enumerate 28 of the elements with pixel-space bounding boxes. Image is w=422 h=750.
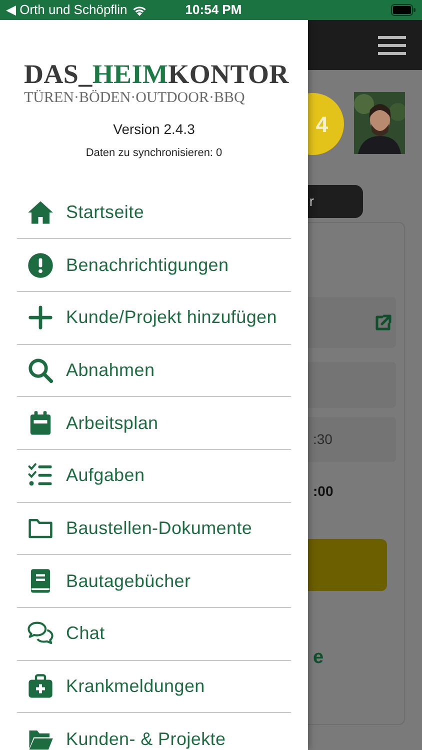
menu-item[interactable]: Chat [17,608,291,661]
menu-item[interactable]: Bautagebücher [17,555,291,608]
menu-item[interactable]: Kunde/Projekt hinzufügen [17,292,291,345]
menu-item[interactable]: Aufgaben [17,450,291,503]
battery-icon [391,4,416,16]
version-text: Version 2.4.3 [113,120,195,139]
back-to-app-link[interactable]: ◀ Orth und Schöpflin [6,0,128,20]
clock-time: 10:54 PM [185,1,242,20]
menu-item[interactable]: Krankmeldungen [17,660,291,714]
time-text: :30 [313,430,332,449]
menu-item[interactable]: Abnahmen [17,344,291,398]
logo-tagline: TÜREN·BÖDEN·OUTDOOR·BBQ [24,90,246,106]
section-heading: e [313,646,325,670]
plus-icon [27,304,54,332]
first-aid-kit-icon [27,673,54,700]
alert-icon [27,252,54,279]
sync-status-text: Daten zu synchronisieren: 0 [86,146,222,161]
menu-item[interactable]: Startseite [17,186,291,240]
menu-item[interactable]: Kunden- & Projekte [17,713,291,750]
home-icon [27,198,54,226]
search-icon [27,356,54,384]
company-logo: DAS_HEIMKONTOR [24,58,290,90]
menu-item[interactable]: Arbeitsplan [17,397,291,450]
time-text: :00 [313,482,334,501]
menu-item[interactable]: Baustellen-Dokumente [17,502,291,556]
wifi-icon [132,4,148,16]
menu-icon[interactable] [378,36,406,54]
menu-item[interactable]: Benachrichtigungen [17,239,291,292]
